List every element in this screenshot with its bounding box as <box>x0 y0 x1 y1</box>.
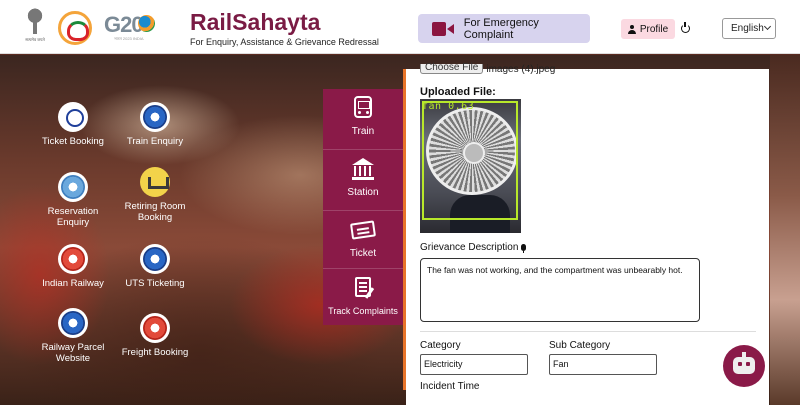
service-label: Ticket Booking <box>42 136 104 147</box>
track-complaints-icon <box>355 277 375 299</box>
language-selected-value: English <box>731 23 764 34</box>
power-icon <box>681 22 690 33</box>
detection-box <box>422 101 518 220</box>
file-input-row: Choose File images (4).jpeg <box>420 63 556 76</box>
detection-label: fan 0.63 <box>422 101 475 112</box>
microphone-icon[interactable] <box>521 243 527 253</box>
train-icon <box>354 96 372 118</box>
service-railway-parcel[interactable]: Railway Parcel Website <box>38 308 108 364</box>
incident-time-label: Incident Time <box>420 381 480 392</box>
uts-ticketing-icon <box>140 244 170 274</box>
service-label: Train Enquiry <box>126 136 184 147</box>
profile-label: Profile <box>639 23 669 35</box>
tab-label: Ticket <box>349 248 377 259</box>
service-ticket-booking[interactable]: Ticket Booking <box>38 102 108 147</box>
tab-train[interactable]: Train <box>323 89 403 149</box>
national-emblem-logo: सत्यमेव जयते <box>22 8 48 46</box>
page-subtitle: For Enquiry, Assistance & Grievance Redr… <box>190 37 379 47</box>
g20-globe-icon <box>138 15 155 32</box>
emblem-text: सत्यमेव जयते <box>25 37 45 42</box>
service-retiring-room[interactable]: Retiring Room Booking <box>120 167 190 223</box>
service-label: Railway Parcel Website <box>41 342 105 364</box>
emergency-complaint-label: For Emergency Complaint <box>463 16 539 41</box>
emblem-icon <box>26 8 44 34</box>
train-enquiry-icon <box>140 102 170 132</box>
g20-subtext: भारत 2023 INDIA <box>114 36 144 41</box>
service-reservation-enquiry[interactable]: Reservation Enquiry <box>38 172 108 228</box>
g20-logo: G20 <box>104 12 144 37</box>
category-tabs: Train Station Ticket Track Complaints <box>323 89 403 325</box>
description-label: Grievance Description <box>420 242 519 253</box>
service-label: Reservation Enquiry <box>47 206 99 228</box>
uploaded-image-preview: fan 0.63 <box>420 99 521 233</box>
profile-button[interactable]: Profile <box>621 19 675 39</box>
description-label-row: Grievance Description <box>420 242 527 253</box>
background-edge <box>770 55 800 405</box>
indian-railway-icon <box>58 244 88 274</box>
tab-label: Station <box>347 187 379 198</box>
tab-label: Train <box>351 126 375 137</box>
grievance-form-panel: Choose File images (4).jpeg Uploaded Fil… <box>406 63 769 405</box>
chatbot-button[interactable] <box>723 345 765 387</box>
freight-booking-icon <box>140 313 170 343</box>
tab-track-complaints[interactable]: Track Complaints <box>323 269 403 329</box>
subcategory-field[interactable]: Fan <box>549 354 657 375</box>
tab-station[interactable]: Station <box>323 150 403 210</box>
service-label: UTS Ticketing <box>125 278 185 289</box>
service-train-enquiry[interactable]: Train Enquiry <box>120 102 190 147</box>
service-freight-booking[interactable]: Freight Booking <box>120 313 190 358</box>
chevron-down-icon <box>763 22 772 31</box>
header: सत्यमेव जयते G20 भारत 2023 INDIA RailSah… <box>0 0 800 54</box>
service-label: Retiring Room Booking <box>124 201 186 223</box>
service-uts-ticketing[interactable]: UTS Ticketing <box>120 244 190 289</box>
station-icon <box>352 158 374 180</box>
tab-ticket[interactable]: Ticket <box>323 211 403 271</box>
uploaded-file-label: Uploaded File: <box>420 86 496 98</box>
description-textarea[interactable]: The fan was not working, and the compart… <box>420 258 700 322</box>
robot-icon <box>733 352 755 374</box>
person-icon <box>627 24 636 34</box>
reservation-enquiry-icon <box>58 172 88 202</box>
page-title: RailSahayta <box>190 9 321 35</box>
tab-label: Track Complaints <box>328 306 398 316</box>
subcategory-label: Sub Category <box>549 340 611 351</box>
ticket-icon <box>350 220 376 240</box>
file-name: images (4).jpeg <box>486 64 556 75</box>
language-select[interactable]: English <box>722 18 776 39</box>
ticket-booking-icon <box>58 102 88 132</box>
service-label: Freight Booking <box>121 347 189 358</box>
category-label: Category <box>420 340 461 351</box>
azadi-logo <box>58 11 92 45</box>
choose-file-button[interactable]: Choose File <box>420 63 484 74</box>
section-divider <box>420 331 756 332</box>
emergency-complaint-button[interactable]: For Emergency Complaint <box>418 14 590 43</box>
retiring-room-icon <box>140 167 170 197</box>
logout-button[interactable] <box>680 22 692 36</box>
video-camera-icon <box>432 21 454 37</box>
service-indian-railway[interactable]: Indian Railway <box>38 244 108 289</box>
category-field[interactable]: Electricity <box>420 354 528 375</box>
railway-parcel-icon <box>58 308 88 338</box>
service-label: Indian Railway <box>42 278 104 289</box>
